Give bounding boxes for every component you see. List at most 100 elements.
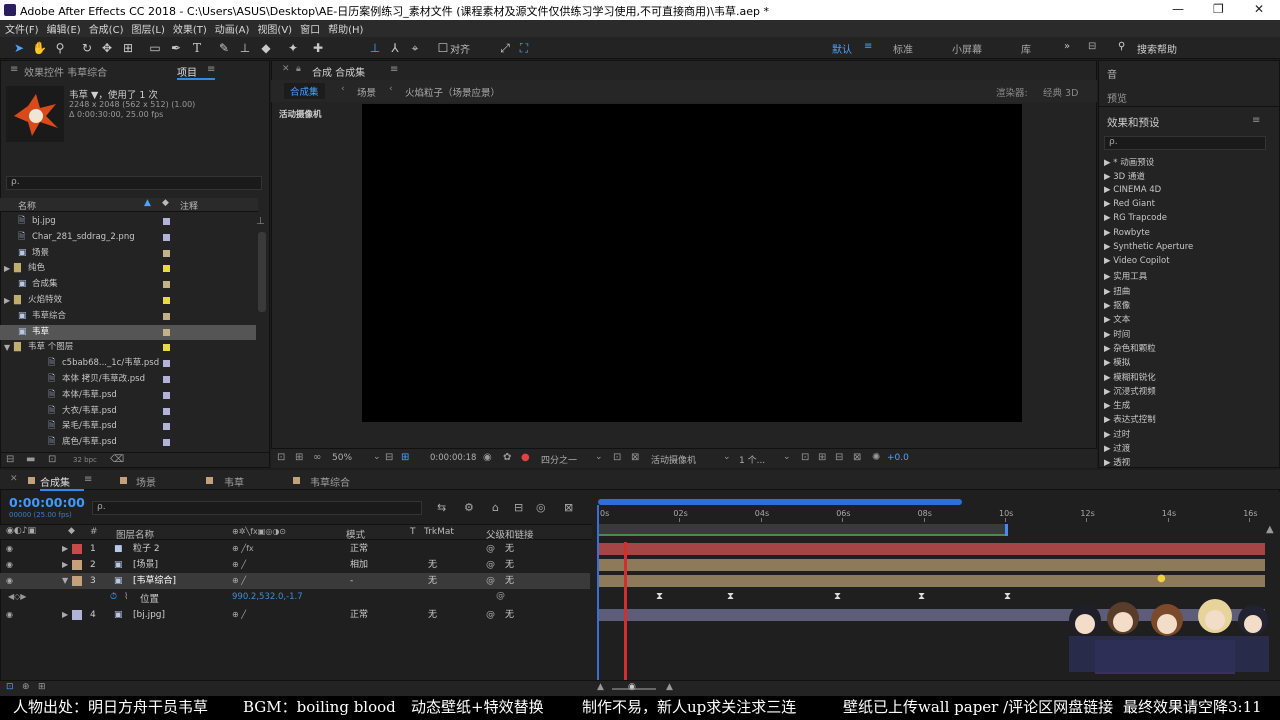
effects-category[interactable]: ▶ RG Trapcode xyxy=(1104,213,1167,223)
menu-animation[interactable]: 动画(A) xyxy=(215,21,250,36)
effects-category[interactable]: ▶ 扭曲 xyxy=(1104,285,1130,297)
timeline-tab-menu-icon[interactable]: ≡ xyxy=(84,474,92,485)
effects-category[interactable]: ▶ 时间 xyxy=(1104,328,1130,340)
project-item[interactable]: ▣ 韦草综合 xyxy=(0,309,256,324)
layer-name[interactable]: [bj.jpg] xyxy=(133,607,165,623)
layer-track-matte[interactable]: 无 xyxy=(428,557,437,573)
effects-category[interactable]: ▶ 沉浸式视频 xyxy=(1104,385,1156,397)
effects-category[interactable]: ▶ 过渡 xyxy=(1104,442,1130,454)
resolution-dropdown-icon[interactable]: ⌄ xyxy=(595,452,603,462)
selection-tool-icon[interactable]: ➤ xyxy=(12,41,26,55)
layer-switches-icon[interactable]: ⊕ ╱ xyxy=(232,573,246,589)
monitor-icon[interactable]: ⊞ xyxy=(295,452,303,463)
layer-parent[interactable]: 无 xyxy=(505,573,514,589)
roto-brush-tool-icon[interactable]: ✦ xyxy=(286,41,300,55)
layer-label-color[interactable] xyxy=(72,610,82,620)
time-ruler[interactable]: 0s 02s 04s 06s 08s 10s 12s 14s 16s xyxy=(598,506,1268,522)
menu-effect[interactable]: 效果(T) xyxy=(173,21,207,36)
eye-icon[interactable]: ◉ xyxy=(6,607,13,623)
snap-grid-icon[interactable]: ⛶ xyxy=(517,41,531,55)
project-item[interactable]: ▣ 合成集 xyxy=(0,277,256,292)
snapshot-icon[interactable]: ◉ xyxy=(483,452,492,463)
col-name[interactable]: 名称 xyxy=(18,199,36,212)
expand-layer-icon[interactable]: ▶ xyxy=(62,557,68,573)
fit-icon[interactable]: ⊟ xyxy=(385,452,393,463)
close-icon[interactable]: ✕ xyxy=(1254,2,1264,16)
tab-composition[interactable]: 合成 合成集 xyxy=(312,64,365,79)
puppet-tool-icon[interactable]: ✚ xyxy=(311,41,325,55)
menu-file[interactable]: 文件(F) xyxy=(5,21,39,36)
project-search-input[interactable]: ρ. xyxy=(6,176,262,190)
parent-pickwhip-icon[interactable]: @ xyxy=(486,541,495,557)
layer-label-color[interactable] xyxy=(72,544,82,554)
effects-category[interactable]: ▶ Synthetic Aperture xyxy=(1104,242,1193,252)
effects-category[interactable]: ▶ 表达式控制 xyxy=(1104,413,1156,425)
workspace-menu-icon[interactable]: ≡ xyxy=(864,41,872,52)
tab-info[interactable]: 音 xyxy=(1107,66,1117,81)
label-color-swatch[interactable] xyxy=(163,344,170,352)
clone-stamp-tool-icon[interactable]: ⊥ xyxy=(238,41,252,55)
keyframe-icon[interactable]: ⧗ xyxy=(918,591,925,602)
motion-blur-icon[interactable]: ◎ xyxy=(536,501,546,514)
eye-icon[interactable]: ◉ xyxy=(6,541,13,557)
menu-composition[interactable]: 合成(C) xyxy=(89,21,124,36)
snap-options-icon[interactable]: ⤢ xyxy=(498,41,512,55)
menu-window[interactable]: 窗口 xyxy=(300,21,320,36)
viewer-timecode[interactable]: 0:00:00:18 xyxy=(430,453,476,463)
layer-duration-bar[interactable] xyxy=(598,559,1265,571)
render-time-icon[interactable]: ⊡ xyxy=(6,682,14,692)
composition-viewer[interactable] xyxy=(362,104,1022,422)
zoom-out-icon[interactable]: ▲ xyxy=(597,682,604,692)
pen-tool-icon[interactable]: ✒ xyxy=(169,41,183,55)
workspace-small-screen[interactable]: 小屏幕 xyxy=(952,41,982,56)
pan-behind-tool-icon[interactable]: ⊞ xyxy=(121,41,135,55)
tab-preview[interactable]: 预览 xyxy=(1107,90,1127,105)
project-scrollbar[interactable] xyxy=(258,232,266,312)
safe-zones-icon[interactable]: ⊞ xyxy=(401,452,409,463)
layer-label-color[interactable] xyxy=(72,576,82,586)
parent-pickwhip-icon[interactable]: @ xyxy=(486,557,495,573)
project-item[interactable]: 🗎︎ bj.jpg xyxy=(0,214,256,229)
effects-menu-icon[interactable]: ≡ xyxy=(1252,115,1260,126)
maximize-icon[interactable]: ❐ xyxy=(1213,2,1224,16)
bit-depth[interactable]: 32 bpc xyxy=(73,456,97,464)
label-color-swatch[interactable] xyxy=(163,249,170,257)
graph-editor-icon[interactable]: ⊠ xyxy=(564,501,573,514)
axis-view-icon[interactable]: ⌖ xyxy=(408,41,422,55)
layer-name[interactable]: [韦草综合] xyxy=(133,573,176,589)
menu-help[interactable]: 帮助(H) xyxy=(328,21,363,36)
timeline-icon[interactable]: ⊟ xyxy=(835,452,843,463)
sync-icon[interactable]: ⊟ xyxy=(1088,41,1096,52)
sort-ascending-icon[interactable]: ▲ xyxy=(144,198,151,208)
label-color-swatch[interactable] xyxy=(163,233,170,241)
timeline-tab-weicao[interactable]: 韦草 xyxy=(224,474,244,489)
timeline-tab-weicao-combined[interactable]: 韦草综合 xyxy=(310,474,350,489)
always-preview-icon[interactable]: ⊡ xyxy=(277,452,285,463)
label-column-icon[interactable]: ◆ xyxy=(162,198,169,208)
effects-category[interactable]: ▶ 文本 xyxy=(1104,313,1130,325)
col-comment[interactable]: 注释 xyxy=(180,199,198,212)
expand-layer-icon[interactable]: ▶ xyxy=(62,541,68,557)
timeline-scroll-arrow-icon[interactable]: ▲ xyxy=(1266,524,1276,538)
lock-icon[interactable]: 🔒︎ xyxy=(296,64,301,74)
effects-category[interactable]: ▶ 生成 xyxy=(1104,399,1130,411)
position-value[interactable]: 990.2,532.0,-1.7 xyxy=(232,592,303,602)
tab-effect-controls[interactable]: 效果控件 韦草综合 xyxy=(24,64,107,79)
label-color-swatch[interactable] xyxy=(163,376,170,383)
effects-category[interactable]: ▶ * 动画预设 xyxy=(1104,156,1154,168)
layer-row[interactable]: ◉ ▼ 3 ▣ [韦草综合] ⊕ ╱ - 无 @ 无 xyxy=(0,573,590,589)
expand-icon[interactable]: ⊕ xyxy=(22,682,30,692)
tab-project[interactable]: 项目 xyxy=(177,64,197,79)
disclosure-triangle-icon[interactable]: ▼ xyxy=(4,340,10,355)
workspace-library[interactable]: 库 xyxy=(1021,41,1031,56)
expand-layer-icon[interactable]: ▼ xyxy=(62,573,68,589)
breadcrumb-scene[interactable]: 场景 xyxy=(357,85,376,99)
layer-name[interactable]: [场景] xyxy=(133,557,158,573)
current-time-indicator[interactable] xyxy=(597,505,599,680)
work-area-end-handle[interactable] xyxy=(1005,524,1008,536)
comp-mini-flowchart-icon[interactable]: ⇆ xyxy=(437,501,446,514)
delete-icon[interactable]: ⌫ xyxy=(110,454,124,465)
project-item[interactable]: 🗎︎ 本体/韦草.psd xyxy=(0,388,256,403)
axis-world-icon[interactable]: ⅄ xyxy=(388,41,402,55)
close-timeline-tab-icon[interactable]: ✕ xyxy=(10,474,18,484)
